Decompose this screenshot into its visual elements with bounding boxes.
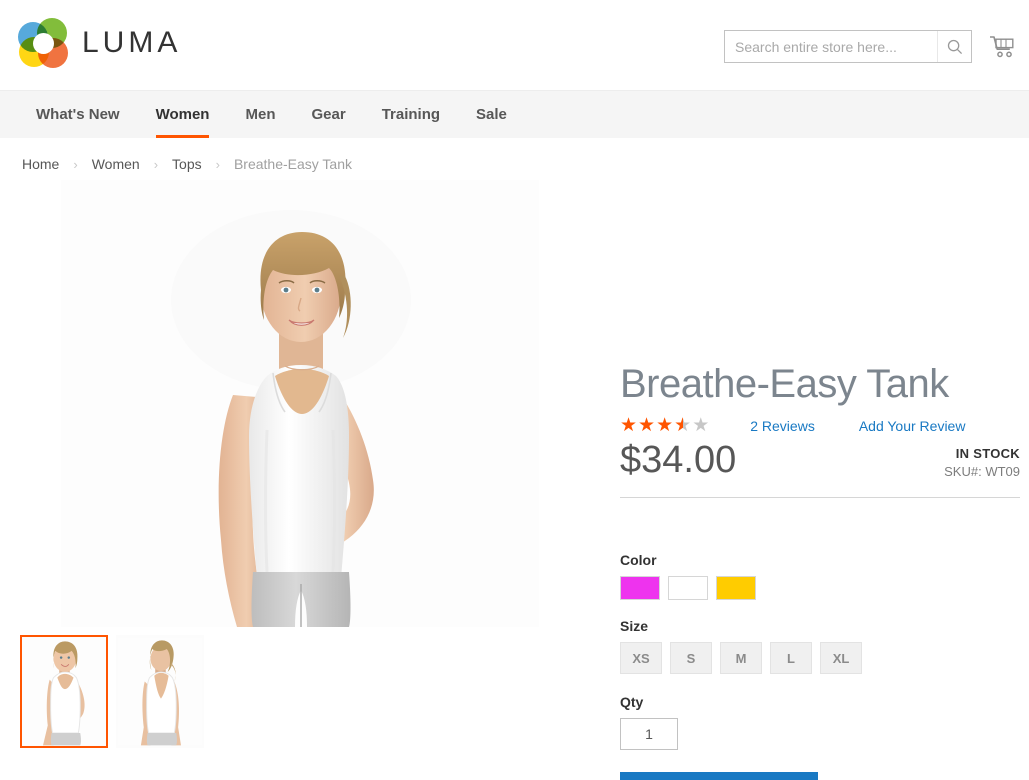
- cart-button[interactable]: [985, 30, 1019, 64]
- sku-label: SKU#:: [944, 464, 982, 479]
- add-review-link[interactable]: Add Your Review: [859, 418, 966, 434]
- color-label: Color: [620, 552, 657, 568]
- product-gallery: [0, 180, 600, 748]
- breadcrumb-separator: ›: [73, 156, 78, 172]
- search-button[interactable]: [937, 31, 971, 62]
- thumbnail-front-image: [22, 637, 106, 746]
- search-input[interactable]: [725, 31, 937, 62]
- nav-item-sale[interactable]: Sale: [458, 91, 525, 138]
- brand-name: LUMA: [82, 26, 182, 59]
- breadcrumb-separator: ›: [153, 156, 159, 172]
- thumbnail-back[interactable]: [116, 635, 204, 748]
- breadcrumb-item-home[interactable]: Home: [22, 156, 59, 172]
- color-swatch-purple[interactable]: [620, 576, 660, 600]
- star-5: ★: [692, 415, 711, 436]
- search-icon: [947, 39, 962, 54]
- nav-item-training[interactable]: Training: [364, 91, 458, 138]
- qty-label: Qty: [620, 694, 644, 710]
- star-1: ★: [620, 415, 639, 436]
- color-swatches: [620, 576, 1020, 600]
- search-box[interactable]: [724, 30, 972, 63]
- product-photo: [61, 180, 539, 627]
- size-option-xs[interactable]: XS: [620, 642, 662, 674]
- nav-item-men[interactable]: Men: [227, 91, 293, 138]
- rating-row: ★★★★★ 2 Reviews Add Your Review: [620, 416, 1020, 435]
- quantity-group: Qty: [620, 694, 1020, 750]
- add-to-cart-button[interactable]: Add to Cart: [620, 772, 818, 780]
- product-page: LUMA What's New Women: [0, 0, 1029, 780]
- product-info: Breathe-Easy Tank ★★★★★ 2 Reviews Add Yo…: [620, 362, 1020, 780]
- product-sku: SKU#: WT09: [944, 464, 1020, 479]
- thumbnail-front[interactable]: [20, 635, 108, 748]
- star-3: ★: [656, 415, 675, 436]
- breadcrumb-item-women[interactable]: Women: [92, 156, 140, 172]
- nav-item-gear[interactable]: Gear: [293, 91, 363, 138]
- star-rating[interactable]: ★★★★★: [620, 416, 710, 435]
- luma-rings-logo-icon: [18, 18, 68, 68]
- color-swatch-yellow[interactable]: [716, 576, 756, 600]
- breadcrumb-separator: ›: [215, 156, 220, 172]
- breadcrumb-item-tops[interactable]: Tops: [172, 156, 202, 172]
- color-swatch-white[interactable]: [668, 576, 708, 600]
- product-price: $34.00: [620, 439, 737, 481]
- quantity-input[interactable]: [620, 718, 678, 750]
- main-navigation: What's New Women Men Gear Training Sale: [0, 90, 1029, 138]
- price-row: $34.00 IN STOCK SKU#: WT09: [620, 441, 1020, 487]
- status-badge: IN STOCK: [955, 446, 1020, 461]
- nav-item-women[interactable]: Women: [138, 91, 228, 138]
- shopping-cart-icon: [990, 36, 1014, 58]
- reviews-count-link[interactable]: 2 Reviews: [750, 418, 815, 434]
- page-title: Breathe-Easy Tank: [620, 362, 949, 406]
- site-logo[interactable]: LUMA: [18, 18, 181, 68]
- color-option-group: Color: [620, 552, 1020, 600]
- size-option-l[interactable]: L: [770, 642, 812, 674]
- info-divider: [620, 497, 1020, 498]
- action-buttons: Add to Cart Check out with PayPal: [620, 772, 1020, 780]
- size-swatches: XS S M L XL: [620, 642, 1020, 674]
- stock-info: IN STOCK SKU#: WT09: [944, 446, 1020, 479]
- product-main-image[interactable]: [61, 180, 539, 627]
- size-option-s[interactable]: S: [670, 642, 712, 674]
- star-2: ★: [638, 415, 657, 436]
- sku-value: WT09: [985, 464, 1020, 479]
- thumbnail-back-image: [118, 637, 202, 746]
- nav-item-whats-new[interactable]: What's New: [18, 91, 138, 138]
- size-label: Size: [620, 618, 649, 634]
- product-main: Breathe-Easy Tank ★★★★★ 2 Reviews Add Yo…: [0, 172, 1029, 780]
- breadcrumb-item-current: Breathe-Easy Tank: [233, 156, 352, 172]
- size-option-group: Size XS S M L XL: [620, 618, 1020, 674]
- breadcrumb: Home › Women › Tops › Breathe-Easy Tank: [0, 138, 1029, 172]
- size-option-xl[interactable]: XL: [820, 642, 862, 674]
- thumbnail-strip: [20, 635, 204, 748]
- star-4-half: ★: [674, 415, 693, 436]
- site-header: LUMA: [0, 0, 1029, 90]
- size-option-m[interactable]: M: [720, 642, 762, 674]
